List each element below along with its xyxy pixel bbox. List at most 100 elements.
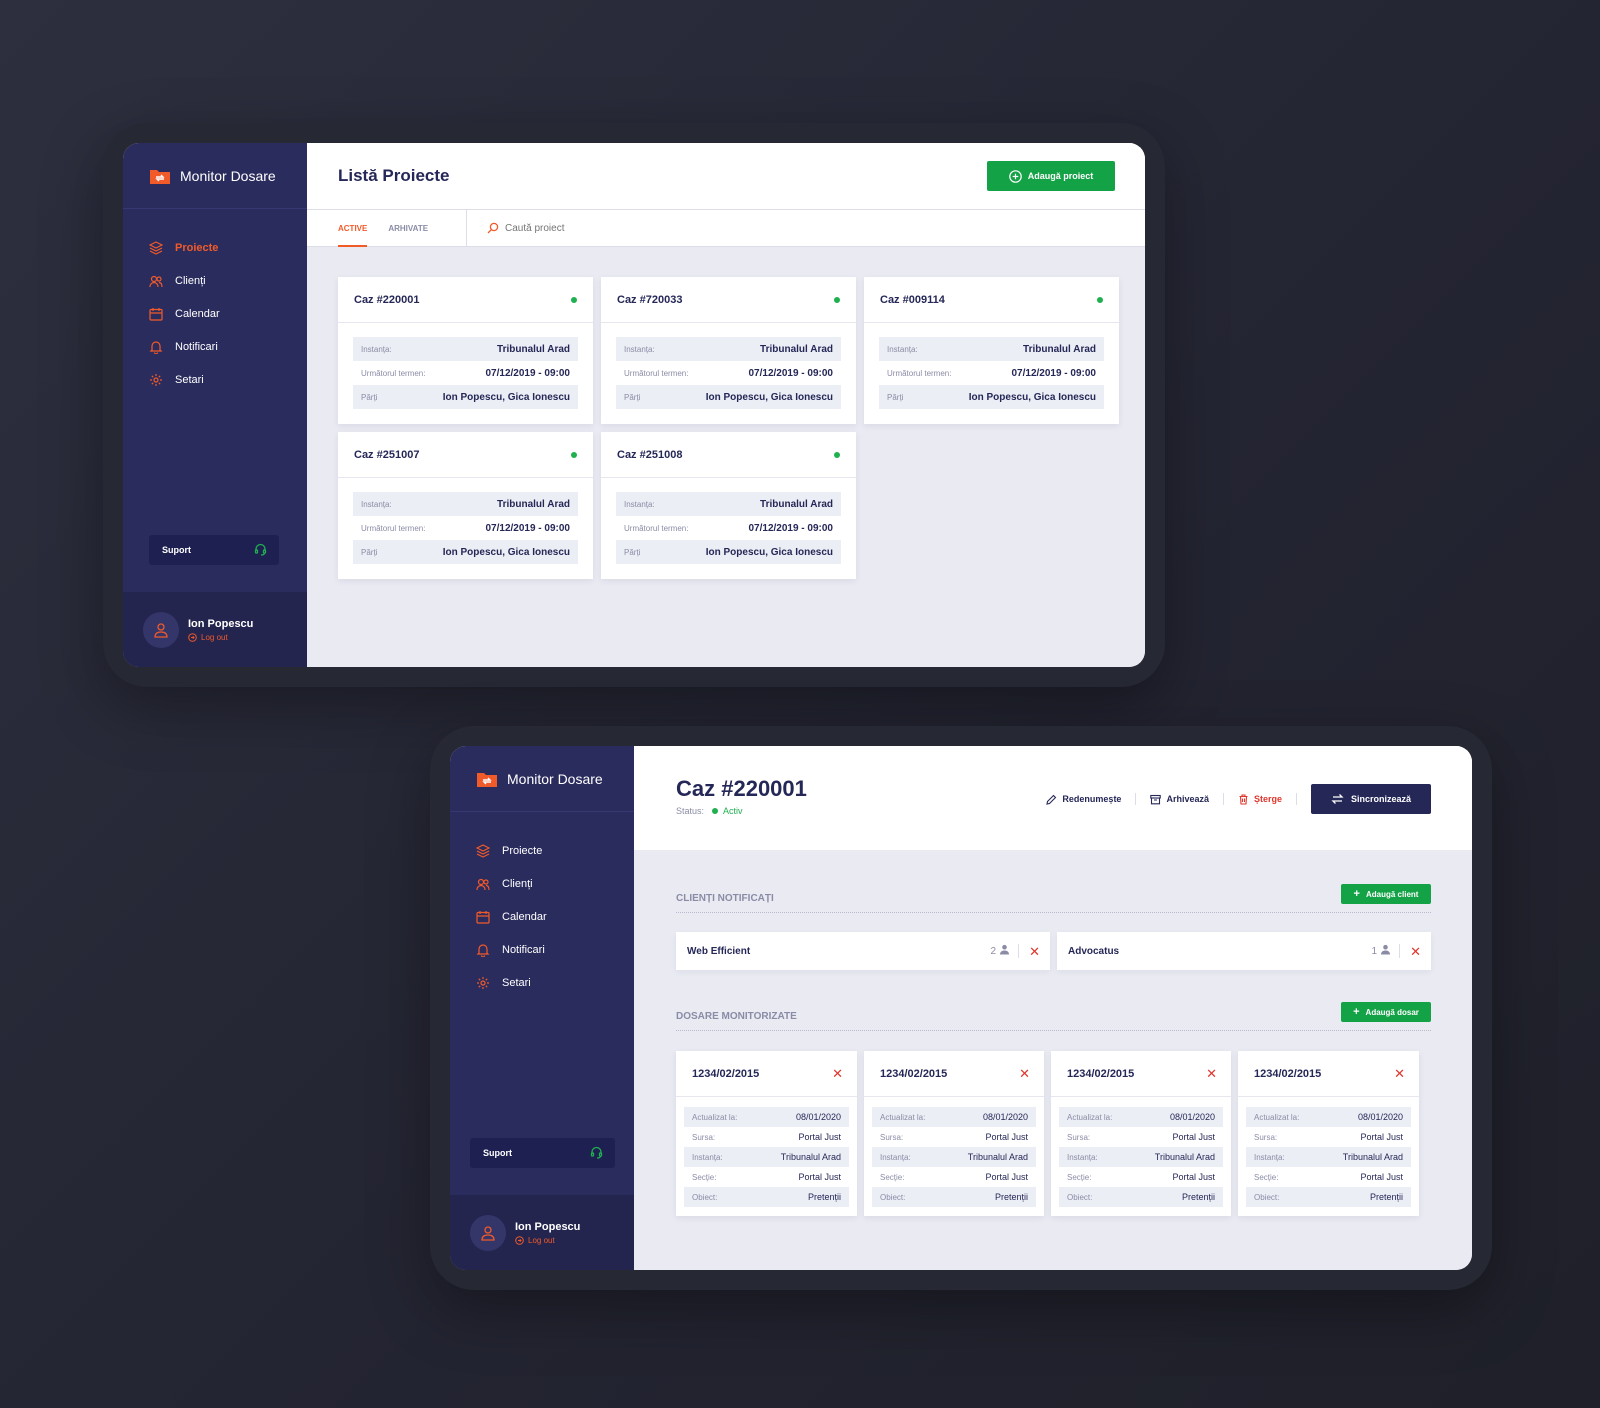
avatar[interactable]	[470, 1214, 506, 1251]
person-icon	[1380, 944, 1391, 958]
remove-client-icon[interactable]: ✕	[1029, 945, 1040, 958]
sidebar-item-setari[interactable]: Setari	[450, 966, 634, 999]
field-row: Obiect: Pretenții	[684, 1187, 849, 1207]
field-label: Instanța:	[361, 344, 392, 354]
field-value: Portal Just	[798, 1172, 841, 1182]
logout-link[interactable]: Log out	[515, 1236, 580, 1245]
user-box: Ion Popescu Log out	[123, 592, 307, 667]
field-value: Pretenții	[1181, 1192, 1215, 1202]
field-label: Actualizat la:	[1254, 1112, 1300, 1122]
remove-file-icon[interactable]: ✕	[1019, 1067, 1030, 1080]
tab-active[interactable]: ACTIVE	[338, 210, 368, 247]
card-header: Caz #251007	[338, 432, 593, 478]
add-file-button[interactable]: + Adaugă dosar	[1341, 1002, 1431, 1022]
client-item[interactable]: Web Efficient 2 ✕	[676, 932, 1050, 970]
field-row: Sursa: Portal Just	[1059, 1127, 1223, 1147]
avatar[interactable]	[143, 611, 179, 648]
rename-label: Redenumește	[1062, 794, 1122, 804]
field-value: 07/12/2019 - 09:00	[748, 522, 833, 534]
file-card[interactable]: 1234/02/2015 ✕ Actualizat la: 08/01/2020 …	[864, 1051, 1044, 1216]
field-label: Părți	[887, 392, 904, 402]
sidebar-item-clienti[interactable]: Clienți	[450, 867, 634, 900]
file-card[interactable]: 1234/02/2015 ✕ Actualizat la: 08/01/2020 …	[676, 1051, 857, 1216]
remove-file-icon[interactable]: ✕	[1206, 1067, 1217, 1080]
active-status-dot	[571, 296, 577, 303]
sidebar-item-setari[interactable]: Setari	[123, 363, 307, 396]
add-file-label: Adaugă dosar	[1365, 1007, 1419, 1017]
sidebar-item-proiecte[interactable]: Proiecte	[450, 834, 634, 867]
project-card[interactable]: Caz #720033 Instanța: Tribunalul Arad Urm…	[601, 277, 856, 424]
sidebar-item-proiecte[interactable]: Proiecte	[123, 231, 307, 264]
sidebar-item-label: Notificari	[502, 943, 545, 956]
project-card[interactable]: Caz #251007 Instanța: Tribunalul Arad Urm…	[338, 432, 593, 579]
project-card[interactable]: Caz #220001 Instanța: Tribunalul Arad Urm…	[338, 277, 593, 424]
project-card[interactable]: Caz #009114 Instanța: Tribunalul Arad Urm…	[864, 277, 1119, 424]
card-title: Caz #720033	[617, 293, 683, 306]
logout-icon	[515, 1235, 524, 1245]
field-row: Următorul termen: 07/12/2019 - 09:00	[353, 361, 578, 385]
card-body: Instanța: Tribunalul Arad Următorul terme…	[338, 478, 593, 579]
field-value: Portal Just	[1360, 1132, 1403, 1142]
remove-file-icon[interactable]: ✕	[1394, 1067, 1405, 1080]
client-item[interactable]: Advocatus 1 ✕	[1057, 932, 1431, 970]
status-label: Status:	[676, 806, 705, 816]
support-button[interactable]: Suport	[470, 1138, 615, 1168]
field-row: Instanța: Tribunalul Arad	[684, 1147, 849, 1167]
field-value: Tribunalul Arad	[967, 1152, 1028, 1162]
field-value: Pretenții	[1369, 1192, 1403, 1202]
sidebar-item-notificari[interactable]: Notificari	[450, 933, 634, 966]
remove-file-icon[interactable]: ✕	[832, 1067, 843, 1080]
remove-client-icon[interactable]: ✕	[1410, 945, 1421, 958]
sidebar-item-clienti[interactable]: Clienți	[123, 264, 307, 297]
add-project-button[interactable]: Adaugă proiect	[987, 161, 1115, 191]
project-card[interactable]: Caz #251008 Instanța: Tribunalul Arad Urm…	[601, 432, 856, 579]
sidebar-item-calendar[interactable]: Calendar	[450, 900, 634, 933]
field-label: Obiect:	[880, 1192, 906, 1202]
active-status-dot	[1097, 296, 1103, 303]
rename-button[interactable]: Redenumește	[1032, 793, 1137, 805]
field-row: Instanța: Tribunalul Arad	[1059, 1147, 1223, 1167]
field-label: Sursa:	[1067, 1132, 1091, 1142]
add-client-button[interactable]: + Adaugă client	[1341, 884, 1431, 904]
support-button[interactable]: Suport	[149, 535, 279, 565]
card-header: Caz #220001	[338, 277, 593, 323]
field-label: Instanța:	[624, 499, 655, 509]
search-box	[467, 210, 705, 246]
contact-count: 1	[1371, 945, 1378, 957]
field-value: 07/12/2019 - 09:00	[485, 522, 570, 534]
section-title: CLIENȚI NOTIFICAȚI	[676, 893, 774, 904]
field-label: Instanța:	[1254, 1152, 1285, 1162]
field-row: Următorul termen: 07/12/2019 - 09:00	[879, 361, 1104, 385]
field-row: Actualizat la: 08/01/2020	[1246, 1107, 1411, 1127]
sidebar-item-calendar[interactable]: Calendar	[123, 297, 307, 330]
field-label: Obiect:	[1254, 1192, 1280, 1202]
field-row: Obiect: Pretenții	[1246, 1187, 1411, 1207]
field-value: Pretenții	[807, 1192, 841, 1202]
field-value: Tribunalul Arad	[780, 1152, 841, 1162]
sidebar-item-notificari[interactable]: Notificari	[123, 330, 307, 363]
tab-arhivate[interactable]: ARHIVATE	[388, 210, 428, 246]
tablet-frame-list: Monitor Dosare Proiecte Clienți Calendar	[103, 123, 1165, 687]
field-value: Ion Popescu, Gica Ionescu	[968, 391, 1096, 403]
field-row: Obiect: Pretenții	[1059, 1187, 1223, 1207]
delete-button[interactable]: Șterge	[1224, 793, 1297, 805]
field-value: Portal Just	[985, 1172, 1028, 1182]
file-number: 1234/02/2015	[880, 1067, 948, 1080]
headset-icon	[590, 1146, 603, 1161]
sync-button[interactable]: Sincronizează	[1311, 784, 1431, 814]
field-row: Instanța: Tribunalul Arad	[879, 337, 1104, 361]
field-row: Instanța: Tribunalul Arad	[353, 337, 578, 361]
field-label: Sursa:	[1254, 1132, 1278, 1142]
archive-label: Arhivează	[1166, 794, 1209, 804]
file-card[interactable]: 1234/02/2015 ✕ Actualizat la: 08/01/2020 …	[1051, 1051, 1231, 1216]
archive-button[interactable]: Arhivează	[1136, 793, 1224, 805]
plus-circle-icon	[1008, 169, 1022, 183]
client-name: Web Efficient	[687, 945, 751, 957]
logout-link[interactable]: Log out	[188, 633, 253, 642]
search-input[interactable]	[505, 222, 705, 234]
logout-icon	[188, 632, 197, 642]
field-label: Secție:	[1067, 1172, 1092, 1182]
case-actions: Redenumește Arhivează Șterge Sincronizea…	[1032, 784, 1431, 814]
field-value: Ion Popescu, Gica Ionescu	[442, 391, 570, 403]
file-card[interactable]: 1234/02/2015 ✕ Actualizat la: 08/01/2020 …	[1238, 1051, 1419, 1216]
